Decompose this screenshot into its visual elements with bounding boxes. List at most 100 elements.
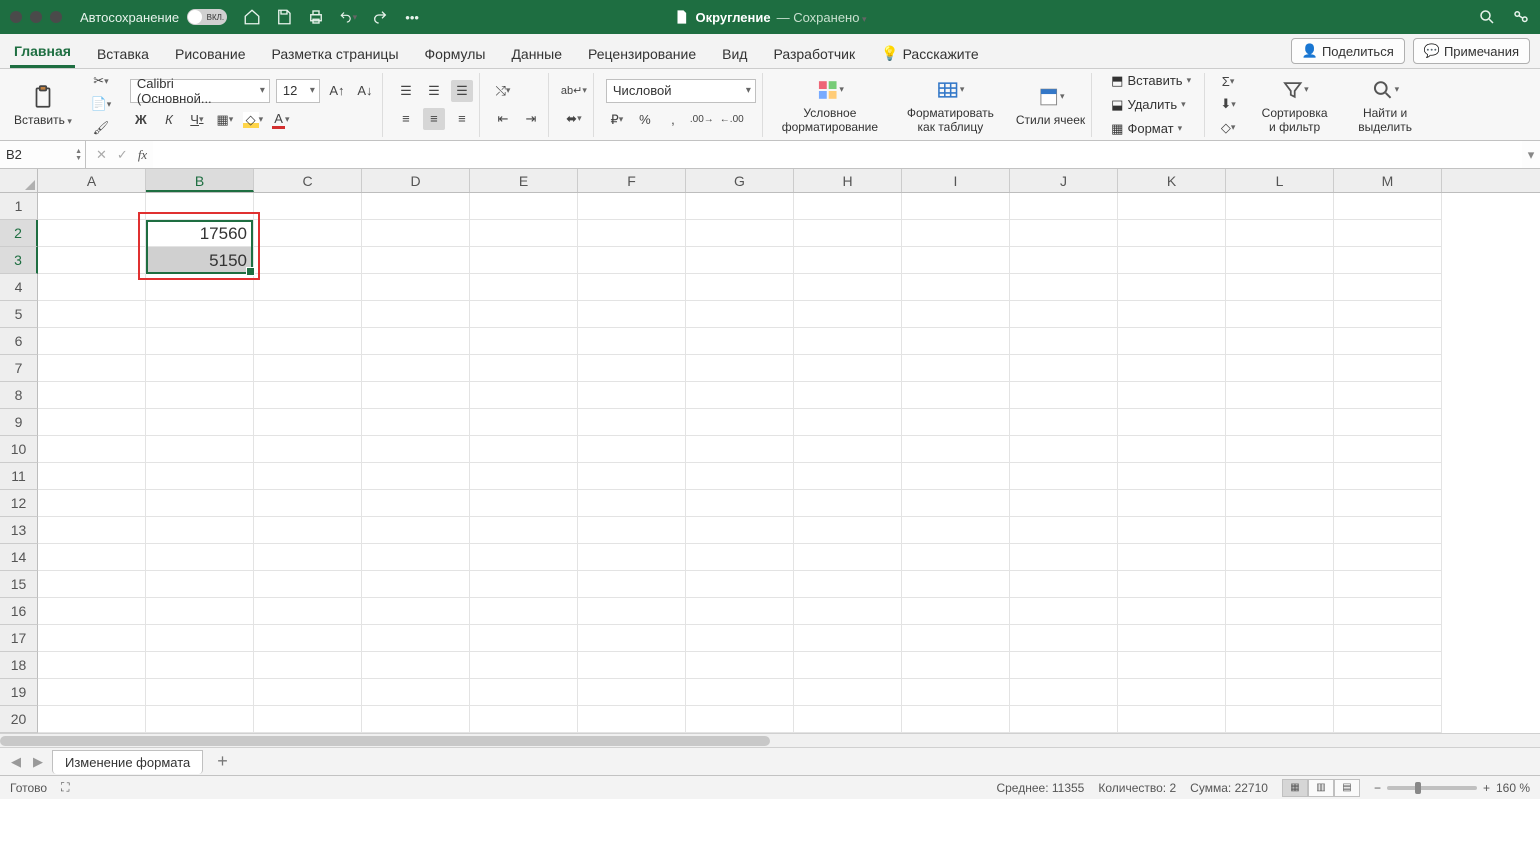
cell-E7[interactable]: [470, 355, 578, 382]
tab-home[interactable]: Главная: [10, 35, 75, 68]
cell-A1[interactable]: [38, 193, 146, 220]
percent-icon[interactable]: %: [634, 109, 656, 131]
cell-E8[interactable]: [470, 382, 578, 409]
cell-L3[interactable]: [1226, 247, 1334, 274]
col-header-K[interactable]: K: [1118, 169, 1226, 192]
sheet-tab-active[interactable]: Изменение формата: [52, 750, 203, 774]
cell-H17[interactable]: [794, 625, 902, 652]
cell-A5[interactable]: [38, 301, 146, 328]
cell-J16[interactable]: [1010, 598, 1118, 625]
cell-C17[interactable]: [254, 625, 362, 652]
min-dot[interactable]: [30, 11, 42, 23]
cell-J13[interactable]: [1010, 517, 1118, 544]
cell-M11[interactable]: [1334, 463, 1442, 490]
cell-H13[interactable]: [794, 517, 902, 544]
cell-G17[interactable]: [686, 625, 794, 652]
redo-icon[interactable]: [371, 8, 389, 26]
row-header-10[interactable]: 10: [0, 436, 38, 463]
tab-developer[interactable]: Разработчик: [769, 38, 859, 68]
clear-icon[interactable]: ◇: [1217, 119, 1239, 136]
close-dot[interactable]: [10, 11, 22, 23]
cell-H14[interactable]: [794, 544, 902, 571]
cell-D9[interactable]: [362, 409, 470, 436]
cell-C15[interactable]: [254, 571, 362, 598]
autosave-toggle[interactable]: ВКЛ.: [187, 9, 227, 25]
cell-L11[interactable]: [1226, 463, 1334, 490]
dec-decimal-icon[interactable]: ←.00: [720, 109, 744, 131]
cell-G11[interactable]: [686, 463, 794, 490]
cell-D15[interactable]: [362, 571, 470, 598]
cell-L2[interactable]: [1226, 220, 1334, 247]
row-header-20[interactable]: 20: [0, 706, 38, 733]
cell-K1[interactable]: [1118, 193, 1226, 220]
spreadsheet-grid[interactable]: ABCDEFGHIJKLM 12175603515045678910111213…: [0, 169, 1540, 747]
cell-F9[interactable]: [578, 409, 686, 436]
cell-K8[interactable]: [1118, 382, 1226, 409]
cell-D4[interactable]: [362, 274, 470, 301]
cell-M16[interactable]: [1334, 598, 1442, 625]
expand-formula-icon[interactable]: ▾: [1522, 147, 1540, 163]
cell-G20[interactable]: [686, 706, 794, 733]
cell-M10[interactable]: [1334, 436, 1442, 463]
sort-filter-button[interactable]: Сортировка и фильтр: [1251, 73, 1338, 137]
cell-J15[interactable]: [1010, 571, 1118, 598]
cell-I7[interactable]: [902, 355, 1010, 382]
cell-F7[interactable]: [578, 355, 686, 382]
cell-A19[interactable]: [38, 679, 146, 706]
increase-font-icon[interactable]: A↑: [326, 80, 348, 102]
col-header-G[interactable]: G: [686, 169, 794, 192]
cell-L10[interactable]: [1226, 436, 1334, 463]
cell-D8[interactable]: [362, 382, 470, 409]
cell-C10[interactable]: [254, 436, 362, 463]
cell-L4[interactable]: [1226, 274, 1334, 301]
cell-F6[interactable]: [578, 328, 686, 355]
cell-D11[interactable]: [362, 463, 470, 490]
cell-L19[interactable]: [1226, 679, 1334, 706]
cell-J19[interactable]: [1010, 679, 1118, 706]
find-select-button[interactable]: Найти и выделить: [1344, 73, 1426, 137]
cell-G10[interactable]: [686, 436, 794, 463]
accept-formula-icon[interactable]: ✓: [117, 147, 128, 163]
font-name-select[interactable]: Calibri (Основной...: [130, 79, 270, 103]
cell-G4[interactable]: [686, 274, 794, 301]
row-header-15[interactable]: 15: [0, 571, 38, 598]
name-box[interactable]: B2 ▲▼: [0, 141, 86, 168]
row-header-13[interactable]: 13: [0, 517, 38, 544]
cell-D13[interactable]: [362, 517, 470, 544]
cell-C14[interactable]: [254, 544, 362, 571]
cell-H4[interactable]: [794, 274, 902, 301]
orientation-icon[interactable]: ⤭: [492, 80, 514, 102]
print-icon[interactable]: [307, 8, 325, 26]
cell-G3[interactable]: [686, 247, 794, 274]
zoom-out-icon[interactable]: −: [1374, 781, 1381, 795]
cell-I8[interactable]: [902, 382, 1010, 409]
cell-K19[interactable]: [1118, 679, 1226, 706]
cell-styles-button[interactable]: Стили ячеек: [1010, 73, 1092, 137]
cell-E11[interactable]: [470, 463, 578, 490]
cell-K4[interactable]: [1118, 274, 1226, 301]
cell-K6[interactable]: [1118, 328, 1226, 355]
cell-H16[interactable]: [794, 598, 902, 625]
cell-C3[interactable]: [254, 247, 362, 274]
tab-formulas[interactable]: Формулы: [421, 38, 490, 68]
cell-D18[interactable]: [362, 652, 470, 679]
cell-E19[interactable]: [470, 679, 578, 706]
cell-J14[interactable]: [1010, 544, 1118, 571]
cell-H19[interactable]: [794, 679, 902, 706]
cell-A12[interactable]: [38, 490, 146, 517]
align-center-icon[interactable]: ≡: [423, 108, 445, 130]
home-icon[interactable]: [243, 8, 261, 26]
tab-view[interactable]: Вид: [718, 38, 751, 68]
cell-J11[interactable]: [1010, 463, 1118, 490]
cell-M18[interactable]: [1334, 652, 1442, 679]
row-header-12[interactable]: 12: [0, 490, 38, 517]
cell-F1[interactable]: [578, 193, 686, 220]
underline-button[interactable]: Ч: [186, 109, 208, 131]
border-icon[interactable]: ▦: [214, 109, 236, 131]
col-header-M[interactable]: M: [1334, 169, 1442, 192]
cell-M13[interactable]: [1334, 517, 1442, 544]
cell-M8[interactable]: [1334, 382, 1442, 409]
format-table-button[interactable]: Форматировать как таблицу: [897, 73, 1004, 137]
cell-H9[interactable]: [794, 409, 902, 436]
row-header-3[interactable]: 3: [0, 247, 38, 274]
